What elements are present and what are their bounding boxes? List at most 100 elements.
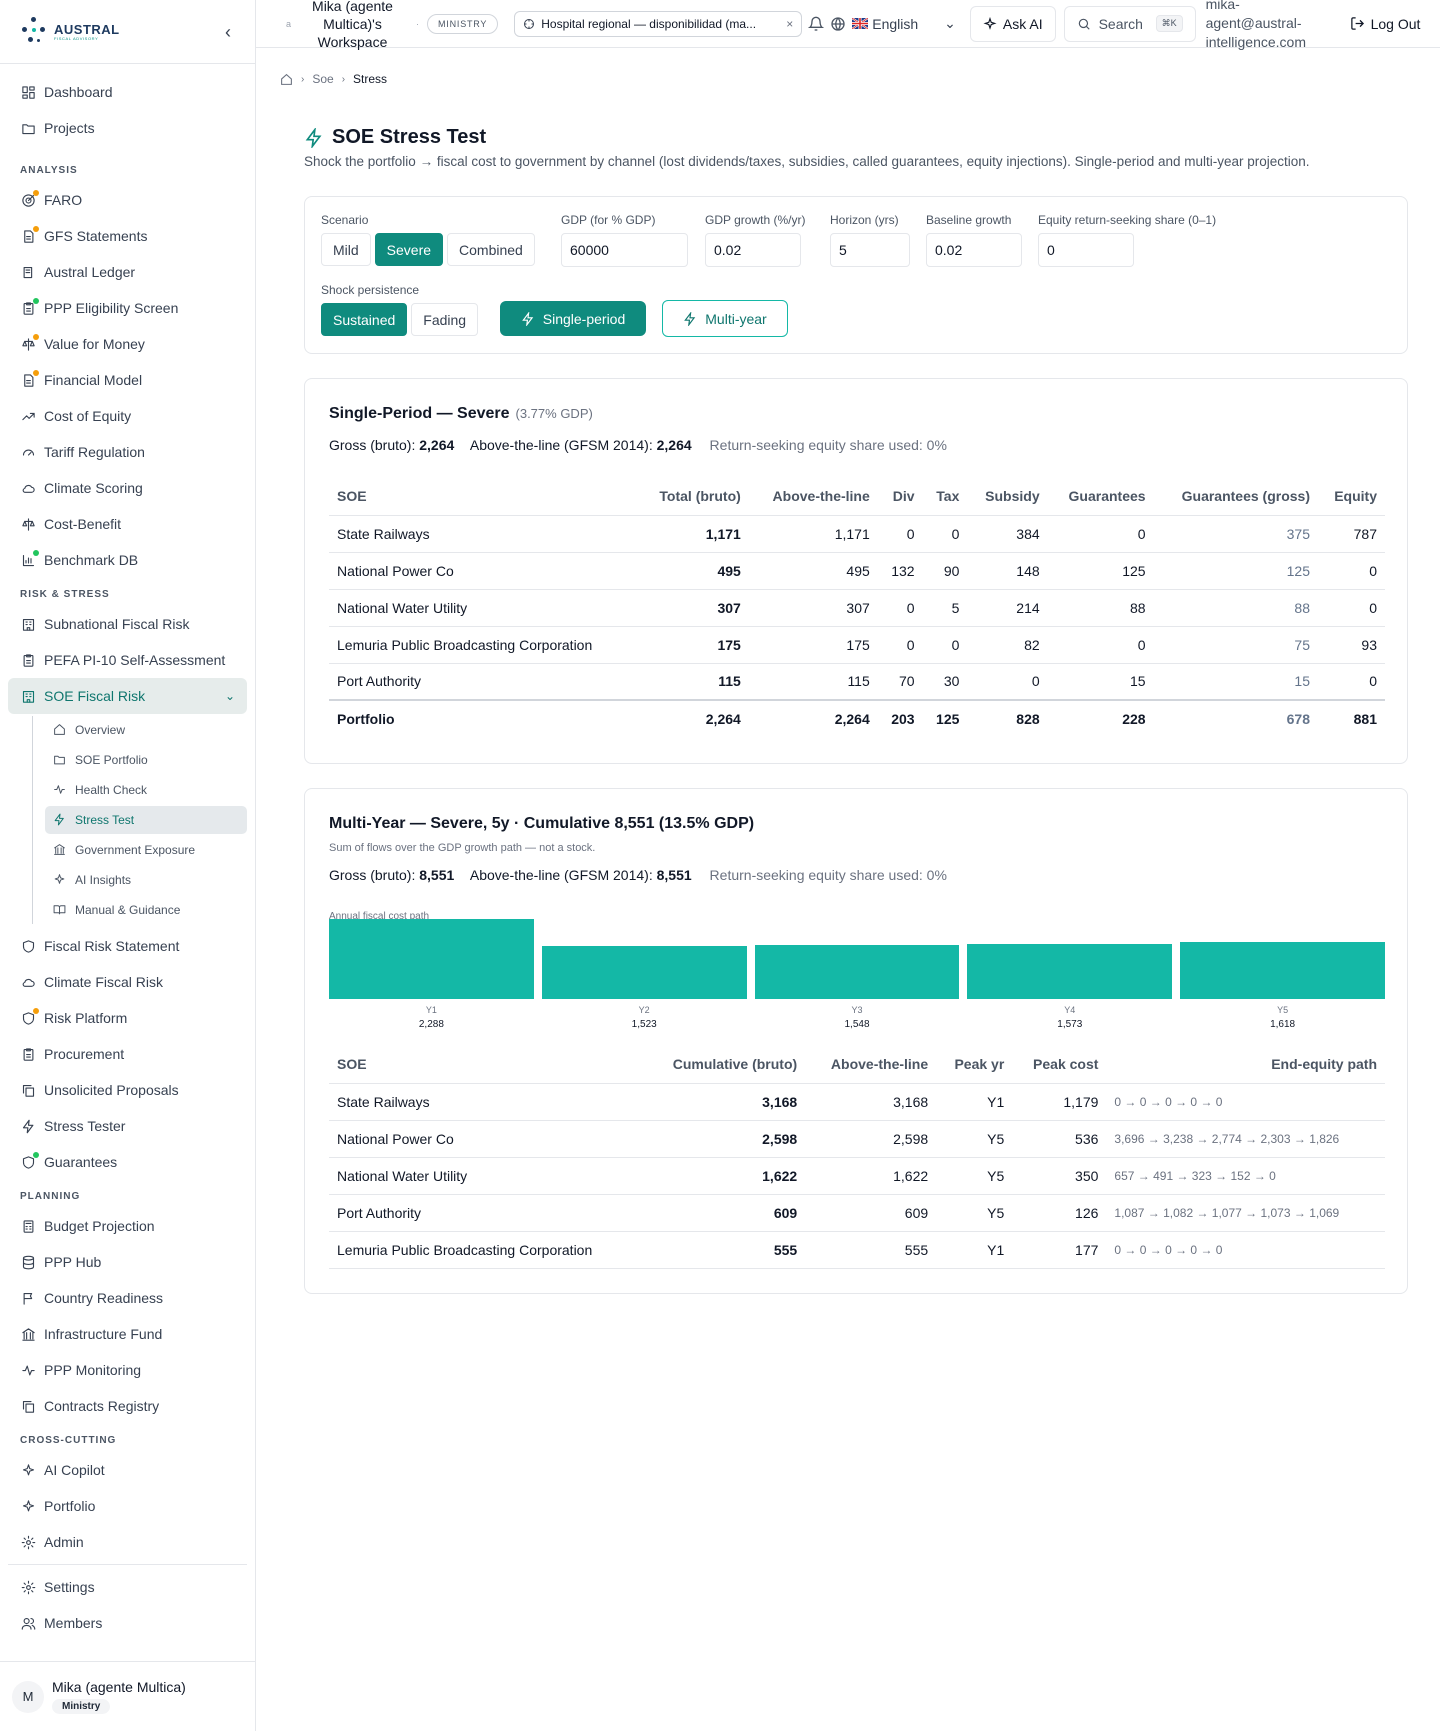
column-header-above-the-line[interactable]: Above-the-line <box>805 1045 937 1084</box>
sidebar-item-benchmark-db[interactable]: Benchmark DB <box>8 542 247 578</box>
column-header-guarantees-gross[interactable]: Guarantees (gross) <box>1153 477 1318 516</box>
subnav-item-ai-insights[interactable]: AI Insights <box>45 866 247 894</box>
column-header-end-equity-path[interactable]: End-equity path <box>1106 1045 1385 1084</box>
multi-year-button[interactable]: Multi-year <box>662 300 788 337</box>
subnav-item-health-check[interactable]: Health Check <box>45 776 247 804</box>
sidebar-item-label: Tariff Regulation <box>44 444 145 460</box>
sidebar-item-cost-benefit[interactable]: Cost-Benefit <box>8 506 247 542</box>
column-header-total-bruto[interactable]: Total (bruto) <box>637 477 749 516</box>
column-header-div[interactable]: Div <box>877 477 923 516</box>
sidebar-item-ppp-hub[interactable]: PPP Hub <box>8 1244 247 1280</box>
scenario-combined-button[interactable]: Combined <box>447 233 535 266</box>
table-cell: 132 <box>877 552 923 590</box>
data-label: 1,618 <box>1270 1019 1296 1030</box>
sidebar-item-guarantees[interactable]: Guarantees <box>8 1144 247 1180</box>
sidebar-item-value-for-money[interactable]: Value for Money <box>8 326 247 362</box>
logo[interactable]: AUSTRAL FISCAL ADVISORY ‹ <box>0 0 255 64</box>
column-header-peak-cost[interactable]: Peak cost <box>1012 1045 1107 1084</box>
column-header-subsidy[interactable]: Subsidy <box>967 477 1048 516</box>
sidebar-item-infrastructure-fund[interactable]: Infrastructure Fund <box>8 1316 247 1352</box>
bell-icon[interactable] <box>808 16 825 32</box>
sidebar-item-dashboard[interactable]: Dashboard <box>8 74 247 110</box>
sidebar-item-budget-projection[interactable]: Budget Projection <box>8 1208 247 1244</box>
baseline-input[interactable]: 0.02 <box>926 233 1022 267</box>
sidebar-item-contracts-registry[interactable]: Contracts Registry <box>8 1388 247 1424</box>
sidebar-item-gfs-statements[interactable]: GFS Statements <box>8 218 247 254</box>
column-header-soe[interactable]: SOE <box>329 1045 643 1084</box>
sidebar-item-climate-scoring[interactable]: Climate Scoring <box>8 470 247 506</box>
collapse-sidebar-icon[interactable]: ‹ <box>225 22 231 43</box>
sidebar-item-members[interactable]: Members <box>8 1605 247 1641</box>
close-icon[interactable]: × <box>780 17 793 31</box>
sidebar-item-cost-of-equity[interactable]: Cost of Equity <box>8 398 247 434</box>
growth-input[interactable]: 0.02 <box>705 233 801 267</box>
subnav-item-soe-portfolio[interactable]: SOE Portfolio <box>45 746 247 774</box>
column-header-peak-yr[interactable]: Peak yr <box>936 1045 1013 1084</box>
sidebar-item-ppp-eligibility-screen[interactable]: PPP Eligibility Screen <box>8 290 247 326</box>
user-profile[interactable]: M Mika (agente Multica) Ministry <box>0 1661 256 1731</box>
sidebar-item-pefa-pi-10-self-assessment[interactable]: PEFA PI-10 Self-Assessment <box>8 642 247 678</box>
chevron-down-icon: ⌄ <box>944 15 956 31</box>
sidebar-item-financial-model[interactable]: Financial Model <box>8 362 247 398</box>
sidebar-item-climate-fiscal-risk[interactable]: Climate Fiscal Risk <box>8 964 247 1000</box>
bar-y2[interactable] <box>541 945 747 999</box>
bar-y3[interactable] <box>754 944 960 999</box>
sidebar-item-ppp-monitoring[interactable]: PPP Monitoring <box>8 1352 247 1388</box>
sidebar-item-settings[interactable]: Settings <box>8 1569 247 1605</box>
sidebar-item-tariff-regulation[interactable]: Tariff Regulation <box>8 434 247 470</box>
table-cell: 175 <box>637 626 749 664</box>
column-header-guarantees[interactable]: Guarantees <box>1047 477 1154 516</box>
sidebar-item-stress-tester[interactable]: Stress Tester <box>8 1108 247 1144</box>
sidebar-item-austral-ledger[interactable]: Austral Ledger <box>8 254 247 290</box>
column-header-cumulative-bruto[interactable]: Cumulative (bruto) <box>642 1045 806 1084</box>
workspace-switcher[interactable]: a Mika (agente Multica)'s Workspace <box>286 0 406 51</box>
column-header-soe[interactable]: SOE <box>329 477 638 516</box>
column-header-above-the-line[interactable]: Above-the-line <box>748 477 878 516</box>
sidebar-item-procurement[interactable]: Procurement <box>8 1036 247 1072</box>
bar-y4[interactable] <box>967 944 1173 999</box>
sidebar-item-projects[interactable]: Projects <box>8 110 247 146</box>
bar-y1[interactable] <box>329 919 534 999</box>
sidebar-item-portfolio[interactable]: Portfolio <box>8 1488 247 1524</box>
search-button[interactable]: Search ⌘K <box>1063 5 1196 42</box>
sidebar-item-unsolicited-proposals[interactable]: Unsolicited Proposals <box>8 1072 247 1108</box>
table-cell: 375 <box>1153 515 1318 553</box>
subnav-item-stress-test[interactable]: Stress Test <box>45 806 247 834</box>
ask-ai-button[interactable]: Ask AI <box>969 5 1056 42</box>
avatar: M <box>12 1680 44 1713</box>
scenario-severe-button[interactable]: Severe <box>374 233 444 266</box>
globe-icon[interactable] <box>830 16 846 32</box>
subnav-item-government-exposure[interactable]: Government Exposure <box>45 836 247 864</box>
sidebar-item-admin[interactable]: Admin <box>8 1524 247 1560</box>
scenario-mild-button[interactable]: Mild <box>321 233 371 266</box>
sidebar-item-country-readiness[interactable]: Country Readiness <box>8 1280 247 1316</box>
subnav-item-manual-guidance[interactable]: Manual & Guidance <box>45 896 247 924</box>
table-row: National Water Utility 307 307 0 5 214 88 88 0 <box>329 589 1385 627</box>
context-chip[interactable]: Hospital regional — disponibilidad (ma..… <box>514 10 803 37</box>
bar-y5[interactable] <box>1180 942 1385 999</box>
sidebar-item-subnational-fiscal-risk[interactable]: Subnational Fiscal Risk <box>8 606 247 642</box>
equity-share-input[interactable]: 0 <box>1038 233 1134 267</box>
column-header-tax[interactable]: Tax <box>922 477 968 516</box>
persistence-sustained-button[interactable]: Sustained <box>321 303 408 336</box>
persistence-fading-button[interactable]: Fading <box>411 303 479 336</box>
sidebar-item-risk-platform[interactable]: Risk Platform <box>8 1000 247 1036</box>
sidebar-item-faro[interactable]: FARO <box>8 182 247 218</box>
subnav-item-overview[interactable]: Overview <box>45 716 247 744</box>
home-icon[interactable] <box>280 73 293 86</box>
sidebar-item-ai-copilot[interactable]: AI Copilot <box>8 1452 247 1488</box>
sidebar-item-fiscal-risk-statement[interactable]: Fiscal Risk Statement <box>8 928 247 964</box>
role-pill: MINISTRY <box>427 13 499 34</box>
persistence-selector: Sustained Fading <box>321 303 482 336</box>
single-period-button[interactable]: Single-period <box>500 301 646 336</box>
gdp-input[interactable]: 60000 <box>561 233 688 267</box>
gauge-icon <box>20 444 36 460</box>
breadcrumb-soe[interactable]: Soe <box>312 72 333 86</box>
sidebar-item-soe-fiscal-risk[interactable]: SOE Fiscal Risk ⌄ <box>8 678 247 714</box>
horizon-input[interactable]: 5 <box>830 233 910 267</box>
table-cell: 2,598 <box>642 1120 806 1158</box>
logout-button[interactable]: Log Out <box>1350 16 1420 32</box>
column-header-equity[interactable]: Equity <box>1318 477 1385 516</box>
language-select[interactable]: English ⌄ <box>852 15 956 32</box>
clipboard-icon <box>20 652 36 668</box>
